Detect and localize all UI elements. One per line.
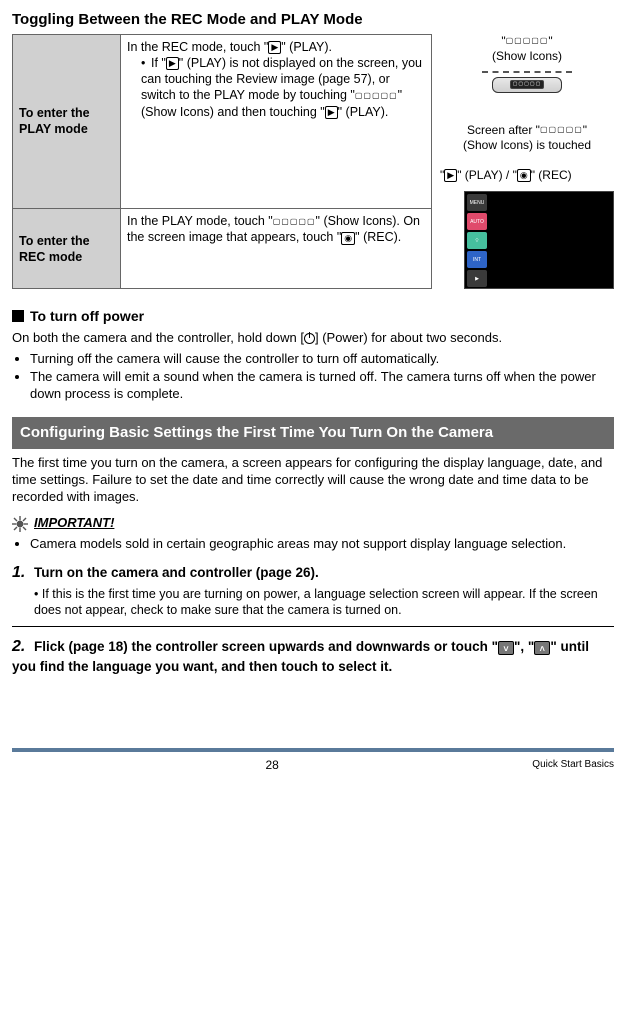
row1-label: To enter the PLAY mode bbox=[13, 34, 121, 209]
show-icons-icon: ▢▢▢▢▢ bbox=[540, 125, 583, 135]
up-icon: ˄ bbox=[534, 641, 550, 655]
section-heading: Configuring Basic Settings the First Tim… bbox=[12, 417, 614, 449]
play-rec-label: "▶" (PLAY) / "◉" (REC) bbox=[440, 168, 614, 184]
menu-icon: MENU bbox=[467, 194, 487, 211]
step-title: Flick (page 18) the controller screen up… bbox=[12, 639, 589, 674]
firsttime-para: The first time you turn on the camera, a… bbox=[12, 455, 614, 506]
rec-mode-icon: ▶ bbox=[467, 270, 487, 287]
step-1-sub: If this is the first time you are turnin… bbox=[34, 587, 598, 617]
square-bullet-icon bbox=[12, 310, 24, 322]
auto-icon: AUTO bbox=[467, 213, 487, 230]
page-title: Toggling Between the REC Mode and PLAY M… bbox=[12, 10, 614, 30]
step-title: Turn on the camera and controller (page … bbox=[34, 565, 319, 580]
poweroff-para: On both the camera and the controller, h… bbox=[12, 330, 614, 347]
footer: 28 Quick Start Basics bbox=[12, 748, 614, 784]
show-icons-icon: ▢▢▢▢▢ bbox=[506, 36, 549, 46]
row2-label: To enter the REC mode bbox=[13, 209, 121, 289]
divider bbox=[12, 626, 614, 627]
show-icons-icon: ▢▢▢▢▢ bbox=[510, 80, 545, 89]
important-row: IMPORTANT! bbox=[12, 515, 614, 532]
play-icon: ▶ bbox=[444, 169, 457, 182]
burst-icon bbox=[12, 516, 28, 532]
wifi-icon: ⌔ bbox=[467, 232, 487, 249]
rec-icon: ◉ bbox=[341, 232, 355, 245]
show-icons-callout: "▢▢▢▢▢" (Show Icons) bbox=[440, 34, 614, 65]
play-icon: ▶ bbox=[166, 57, 179, 70]
screen-mock: MENU AUTO ⌔ INT ▶ bbox=[464, 191, 614, 289]
chapter-name: Quick Start Basics bbox=[532, 758, 614, 771]
step-number: 1. bbox=[12, 563, 34, 584]
step-number: 2. bbox=[12, 637, 34, 658]
poweroff-bullets: Turning off the camera will cause the co… bbox=[12, 351, 614, 404]
play-icon: ▶ bbox=[325, 106, 338, 119]
show-icons-icon: ▢▢▢▢▢ bbox=[273, 217, 316, 227]
int-icon: INT bbox=[467, 251, 487, 268]
device-illustration: ▢▢▢▢▢ bbox=[482, 71, 572, 93]
play-icon: ▶ bbox=[268, 41, 281, 54]
down-icon: ˅ bbox=[498, 641, 514, 655]
step-1: 1.Turn on the camera and controller (pag… bbox=[12, 563, 614, 618]
poweroff-heading: To turn off power bbox=[12, 307, 614, 325]
page-number: 28 bbox=[12, 758, 532, 774]
right-callouts: "▢▢▢▢▢" (Show Icons) ▢▢▢▢▢ Screen after … bbox=[440, 34, 614, 290]
mode-table: To enter the PLAY mode In the REC mode, … bbox=[12, 34, 432, 290]
power-icon bbox=[304, 333, 315, 344]
important-bullets: Camera models sold in certain geographic… bbox=[12, 536, 614, 553]
poweroff-bullet-1: Turning off the camera will cause the co… bbox=[30, 351, 614, 368]
rec-icon: ◉ bbox=[517, 169, 531, 182]
step-2: 2.Flick (page 18) the controller screen … bbox=[12, 637, 614, 676]
poweroff-bullet-2: The camera will emit a sound when the ca… bbox=[30, 369, 614, 403]
important-label: IMPORTANT! bbox=[34, 515, 114, 532]
row2-desc: In the PLAY mode, touch "▢▢▢▢▢" (Show Ic… bbox=[121, 209, 432, 289]
row1-desc: In the REC mode, touch "▶" (PLAY). •If "… bbox=[121, 34, 432, 209]
screen-after-label: Screen after "▢▢▢▢▢" (Show Icons) is tou… bbox=[440, 123, 614, 154]
important-bullet-1: Camera models sold in certain geographic… bbox=[30, 536, 614, 553]
show-icons-icon: ▢▢▢▢▢ bbox=[355, 91, 398, 101]
